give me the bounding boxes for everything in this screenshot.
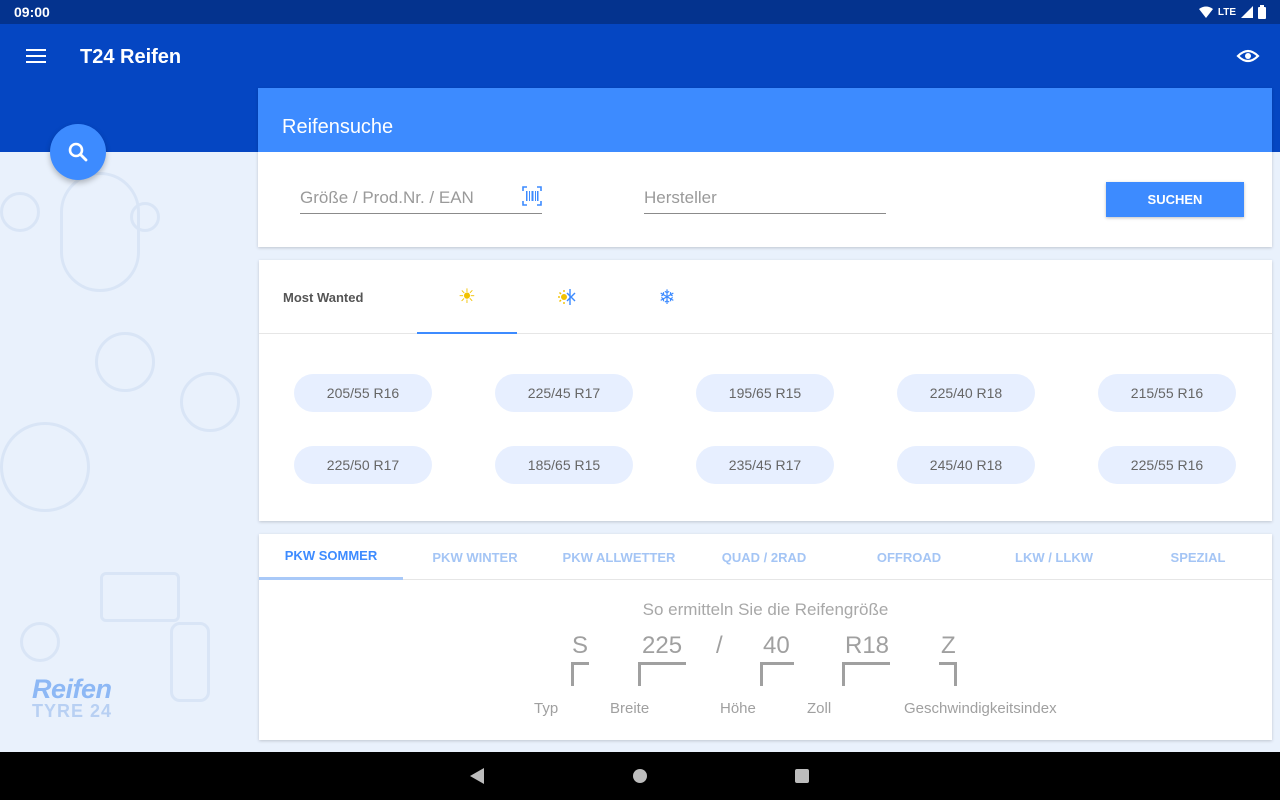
size-chip[interactable]: 225/45 R17 <box>495 374 633 412</box>
snowflake-icon: ❄ <box>658 286 676 309</box>
size-chip[interactable]: 205/55 R16 <box>294 374 432 412</box>
maker-input[interactable]: Hersteller <box>644 188 886 214</box>
signal-icon <box>1241 6 1253 18</box>
tab-quad-2rad[interactable]: QUAD / 2RAD <box>692 534 836 580</box>
size-chip[interactable]: 185/65 R15 <box>495 446 633 484</box>
size-chip[interactable]: 195/65 R15 <box>696 374 834 412</box>
label-height: Höhe <box>720 700 756 717</box>
search-fab[interactable] <box>50 124 106 180</box>
menu-icon[interactable] <box>26 49 46 65</box>
search-button[interactable]: SUCHEN <box>1106 182 1244 217</box>
bracket-width <box>638 662 686 686</box>
size-chip[interactable]: 225/50 R17 <box>294 446 432 484</box>
tab-pkw-allwetter[interactable]: PKW ALLWETTER <box>547 534 691 580</box>
background-decoration <box>0 152 258 752</box>
size-part-width: 225 <box>642 632 683 659</box>
recents-icon[interactable] <box>795 769 809 783</box>
tab-allseason[interactable] <box>517 260 617 334</box>
home-icon[interactable] <box>633 769 647 783</box>
size-placeholder: Größe / Prod.Nr. / EAN <box>300 188 474 207</box>
navigation-bar <box>0 752 1280 800</box>
size-chip[interactable]: 225/40 R18 <box>897 374 1035 412</box>
size-input[interactable]: Größe / Prod.Nr. / EAN <box>300 186 542 214</box>
back-icon[interactable] <box>470 768 484 784</box>
most-wanted-label: Most Wanted <box>283 290 364 305</box>
brand-logo: Reifen TYRE 24 <box>32 674 112 722</box>
most-wanted-card: Most Wanted ☀ ❄ 205/55 R16 225/45 R17 19… <box>259 260 1272 521</box>
search-icon <box>68 142 88 162</box>
size-part-rim: R18 <box>845 632 890 659</box>
tab-winter[interactable]: ❄ <box>617 260 717 334</box>
tab-pkw-winter[interactable]: PKW WINTER <box>403 534 547 580</box>
wifi-icon <box>1198 6 1213 18</box>
size-part-speed: Z <box>941 632 956 659</box>
season-tabs: Most Wanted ☀ ❄ <box>259 260 1272 334</box>
app-title: T24 Reifen <box>80 46 182 68</box>
tab-spezial[interactable]: SPEZIAL <box>1126 534 1270 580</box>
label-speed: Geschwindigkeitsindex <box>904 700 1057 717</box>
size-chip[interactable]: 245/40 R18 <box>897 446 1035 484</box>
network-label: LTE <box>1217 6 1236 18</box>
tab-summer[interactable]: ☀ <box>417 260 517 334</box>
maker-placeholder: Hersteller <box>644 188 717 207</box>
sun-icon: ☀ <box>458 285 476 308</box>
tab-offroad[interactable]: OFFROAD <box>837 534 981 580</box>
status-bar: 09:00 LTE <box>0 0 1280 24</box>
eye-icon[interactable] <box>1236 46 1260 66</box>
bracket-type <box>571 662 589 686</box>
bracket-height <box>760 662 794 686</box>
label-rim: Zoll <box>807 700 832 717</box>
label-type: Typ <box>534 700 559 717</box>
allseason-icon <box>558 289 576 305</box>
barcode-icon[interactable] <box>522 186 542 206</box>
label-width: Breite <box>610 700 650 717</box>
status-time: 09:00 <box>14 4 50 20</box>
size-part-type: S <box>572 632 589 659</box>
category-tabs: PKW SOMMER PKW WINTER PKW ALLWETTER QUAD… <box>259 534 1272 580</box>
size-chip[interactable]: 215/55 R16 <box>1098 374 1236 412</box>
size-guide-card: PKW SOMMER PKW WINTER PKW ALLWETTER QUAD… <box>259 534 1272 740</box>
tab-lkw-llkw[interactable]: LKW / LLKW <box>982 534 1126 580</box>
guide-title: So ermitteln Sie die Reifengröße <box>642 600 889 619</box>
bracket-speed <box>939 662 957 686</box>
size-chip[interactable]: 235/45 R17 <box>696 446 834 484</box>
battery-icon <box>1258 5 1266 19</box>
search-card: Reifensuche Größe / Prod.Nr. / EAN Herst… <box>258 88 1272 247</box>
bracket-rim <box>842 662 890 686</box>
size-chip[interactable]: 225/55 R16 <box>1098 446 1236 484</box>
brand-line2: TYRE 24 <box>32 701 113 721</box>
size-part-slash: / <box>716 632 723 659</box>
size-part-height: 40 <box>763 632 790 659</box>
tab-pkw-sommer[interactable]: PKW SOMMER <box>259 534 403 580</box>
status-icons: LTE <box>1198 5 1266 19</box>
search-card-title: Reifensuche <box>258 88 1272 152</box>
